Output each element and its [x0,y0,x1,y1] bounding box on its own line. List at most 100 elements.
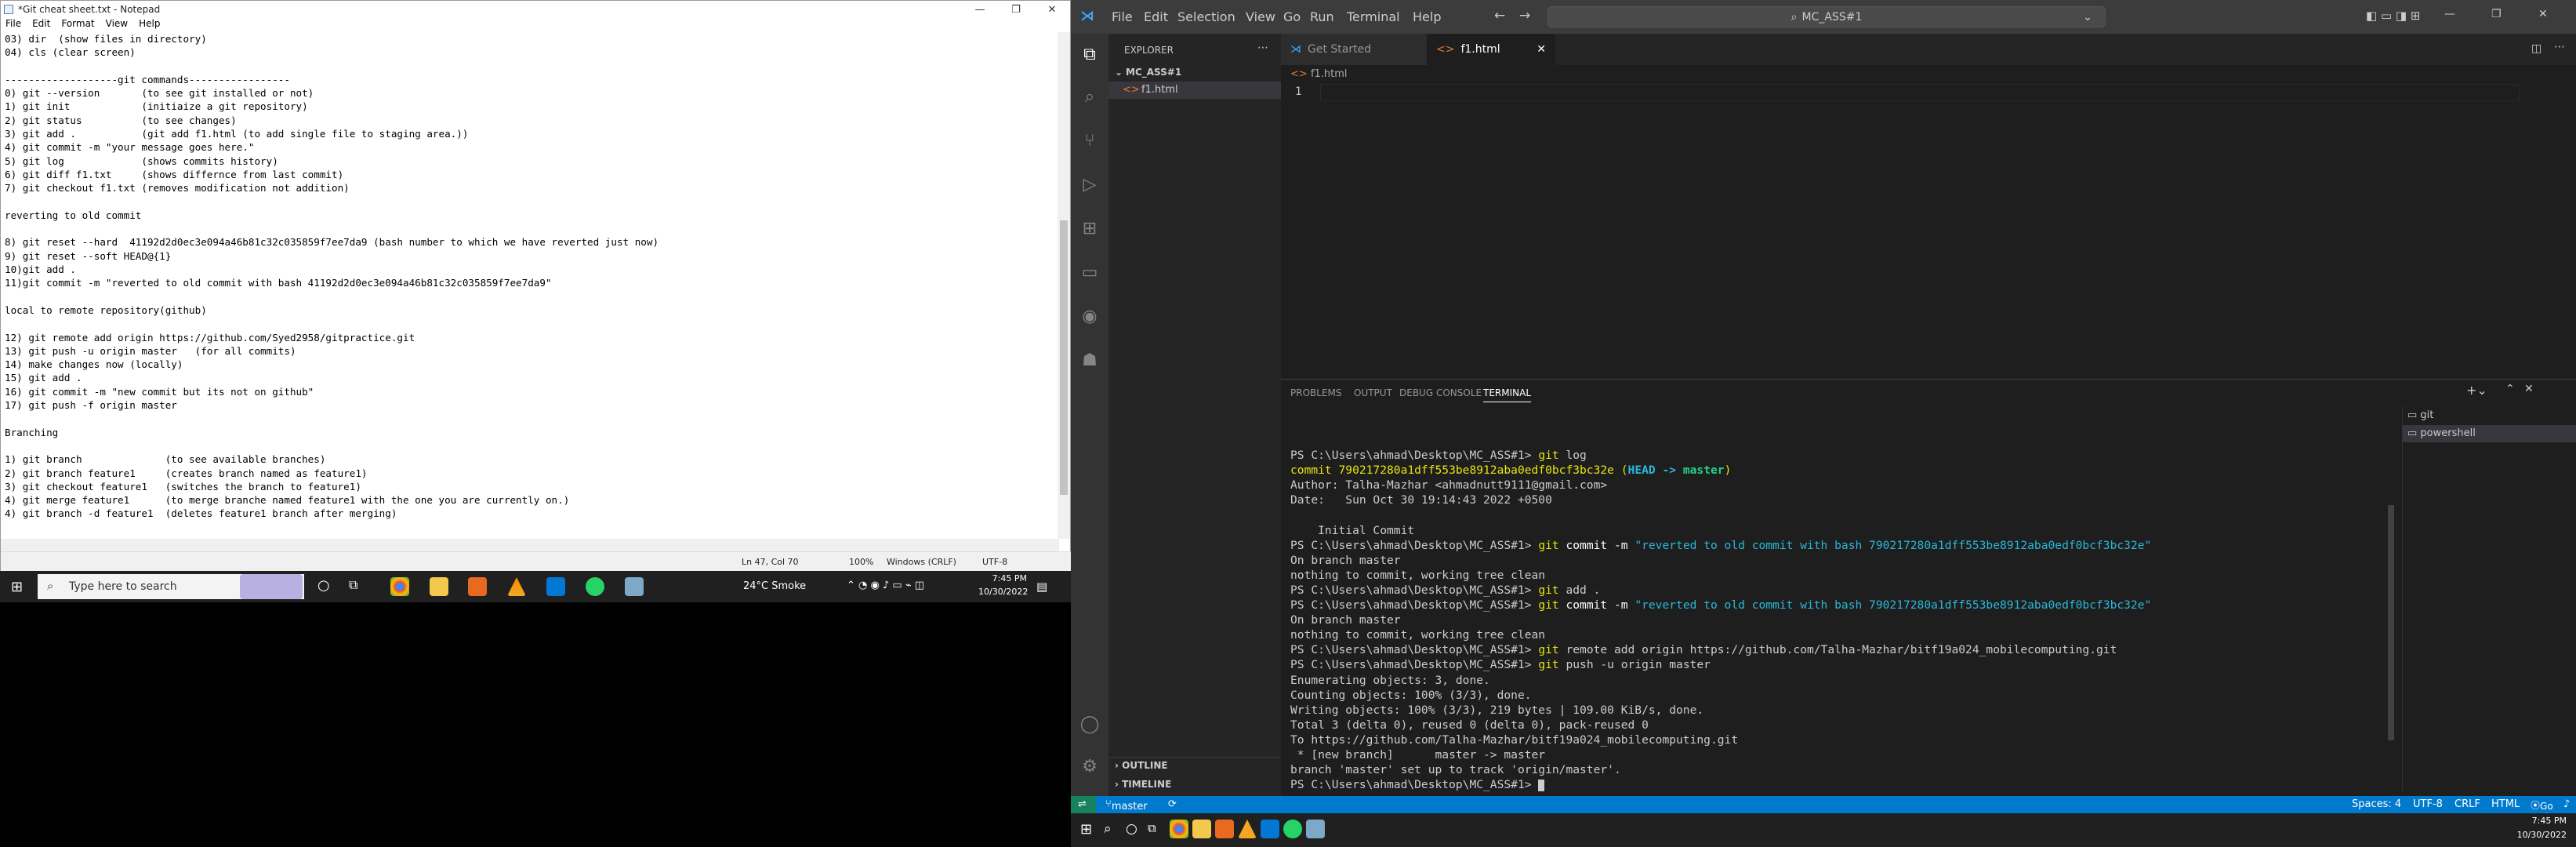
search-icon[interactable]: ⌕ [1079,85,1101,107]
menu-run[interactable]: Run [1310,9,1334,24]
settings-gear-icon[interactable]: ⚙ [1079,755,1101,777]
minimize-button[interactable]: — [962,1,998,18]
whatsapp-icon[interactable] [586,577,604,596]
editor-more-icon[interactable]: ⋯ [2554,41,2565,53]
notification-icon[interactable]: ▤ [1036,580,1047,594]
breadcrumb[interactable]: <> f1.html [1290,68,1348,80]
tab-f1-html[interactable]: <> f1.html ✕ [1427,34,1555,65]
remote-explorer-icon[interactable]: ▭ [1079,261,1101,283]
menu-edit[interactable]: Edit [1144,9,1168,24]
close-panel-icon[interactable]: ✕ [2524,383,2534,395]
clock-date[interactable]: 10/30/2022 [978,587,1028,597]
file-row[interactable]: <> f1.html [1108,82,1281,99]
split-editor-icon[interactable]: ◫ [2531,42,2542,55]
close-button[interactable]: ✕ [1034,1,1070,18]
language-mode[interactable]: HTML [2491,798,2520,810]
indentation[interactable]: Spaces: 4 [2352,798,2401,810]
go-live-button[interactable]: ⦿ Go Live [2531,798,2560,823]
back-arrow-icon[interactable]: ← [1494,8,1505,24]
explorer-icon[interactable]: ⧉ [1079,43,1101,65]
menu-file[interactable]: File [1112,9,1133,24]
office-icon[interactable] [1215,820,1234,838]
horizontal-scrollbar[interactable] [1,539,1059,551]
cortana-icon[interactable]: ○ [317,577,330,594]
account-icon[interactable]: ◯ [1079,713,1101,735]
notepad-text-area[interactable]: 03) dir (show files in directory) 04) cls… [1,32,1059,539]
vscode-maximize-button[interactable]: ❐ [2491,8,2502,20]
menu-go[interactable]: Go [1283,9,1301,24]
menu-help[interactable]: Help [139,18,160,32]
terminal-line: Enumerating objects: 3, done. [1290,673,1490,687]
layout-toggle-icons[interactable]: ◧ ▭ ◨ ⊞ [2366,9,2420,23]
sync-icon[interactable]: ⟳ [1168,798,1177,810]
cortana-icon[interactable]: ○ [1126,821,1137,837]
panel-tab-problems[interactable]: PROBLEMS [1290,387,1342,398]
tab-close-icon[interactable]: ✕ [1537,43,1546,56]
notepad-taskbar-icon[interactable] [625,577,644,596]
windows-start-icon[interactable]: ⊞ [11,579,23,595]
vlc-icon[interactable] [1238,820,1257,838]
terminal-item-powershell[interactable]: ▭ powershell [2403,425,2576,442]
chrome-icon[interactable] [1170,820,1188,838]
end-of-line[interactable]: CRLF [2454,798,2480,810]
tray-icons[interactable]: ⌃ ◔ ◉ ♪ ▭ ⌁ ◫ [847,580,924,591]
task-view-icon[interactable]: ⧉ [1148,821,1156,835]
file-name[interactable]: f1.html [1141,84,1178,96]
panel-tab-output[interactable]: OUTPUT [1354,387,1392,398]
search-icon[interactable]: ⌕ [1104,821,1112,837]
panel-tab-terminal[interactable]: TERMINAL [1483,387,1532,402]
docker-icon[interactable]: ☗ [1079,349,1101,371]
clock-date[interactable]: 10/30/2022 [2516,830,2567,840]
menu-view[interactable]: View [1246,9,1275,24]
vscode-close-button[interactable]: ✕ [2538,8,2548,20]
forward-arrow-icon[interactable]: → [1519,8,1530,24]
tab-get-started[interactable]: ⋊ Get Started [1281,34,1427,65]
menu-edit[interactable]: Edit [32,18,50,32]
folder-chevron-icon[interactable]: ⌄ [1115,67,1123,78]
menu-help[interactable]: Help [1413,9,1441,24]
menu-format[interactable]: Format [61,18,94,32]
notepad-taskbar-icon[interactable] [1306,820,1325,838]
vertical-scrollbar[interactable] [1058,32,1070,539]
outline-section[interactable]: › OUTLINE [1115,760,1168,771]
panel-tab-debug-console[interactable]: DEBUG CONSOLE [1399,387,1482,398]
vscode-minimize-button[interactable]: — [2444,8,2455,20]
clock-time[interactable]: 7:45 PM [983,573,1027,583]
file-explorer-icon[interactable] [430,577,448,596]
maximize-panel-icon[interactable]: ⌃ [2505,383,2515,395]
office-icon[interactable] [468,577,487,596]
windows-start-icon[interactable]: ⊞ [1080,821,1092,838]
more-actions-icon[interactable]: ⋯ [1257,42,1268,54]
vscode-taskbar-icon[interactable] [546,577,565,596]
remote-indicator[interactable]: ⇌ [1071,796,1096,813]
menu-file[interactable]: File [5,18,21,32]
github-icon[interactable]: ◉ [1079,305,1101,327]
menu-view[interactable]: View [106,18,128,32]
scroll-thumb[interactable] [1060,220,1068,495]
new-terminal-icon[interactable]: +⌄ [2466,383,2487,398]
terminal-scrollbar[interactable] [2388,505,2394,740]
clock-time[interactable]: 7:45 PM [2520,816,2567,826]
menu-selection[interactable]: Selection [1177,9,1235,24]
weather-widget[interactable]: 24°C Smoke [743,580,806,592]
notifications-bell-icon[interactable]: ♪ [2563,798,2570,810]
command-center[interactable]: ⌕ MC_ASS#1 ⌄ [1547,6,2106,27]
folder-name[interactable]: MC_ASS#1 [1126,67,1181,78]
task-view-icon[interactable]: ⧉ [349,577,357,593]
vlc-icon[interactable] [507,577,526,596]
terminal-item-git[interactable]: ▭ git [2407,409,2433,421]
vscode-taskbar-icon[interactable] [1261,820,1279,838]
run-debug-icon[interactable]: ▷ [1079,173,1101,195]
extensions-icon[interactable]: ⊞ [1079,217,1101,239]
file-encoding[interactable]: UTF-8 [2413,798,2443,810]
branch-indicator[interactable]: ⑂ master [1105,798,1148,812]
source-control-icon[interactable]: ⑂ [1079,129,1101,151]
timeline-section[interactable]: › TIMELINE [1115,779,1171,790]
whatsapp-icon[interactable] [1283,820,1302,838]
menu-terminal[interactable]: Terminal [1347,9,1400,24]
chrome-icon[interactable] [390,577,409,596]
terminal-output[interactable]: PS C:\Users\ahmad\Desktop\MC_ASS#1> git … [1290,433,2388,794]
file-explorer-icon[interactable] [1192,820,1211,838]
editor-area[interactable]: <> f1.html 1 [1281,65,2576,379]
maximize-button[interactable]: ❐ [998,1,1034,18]
